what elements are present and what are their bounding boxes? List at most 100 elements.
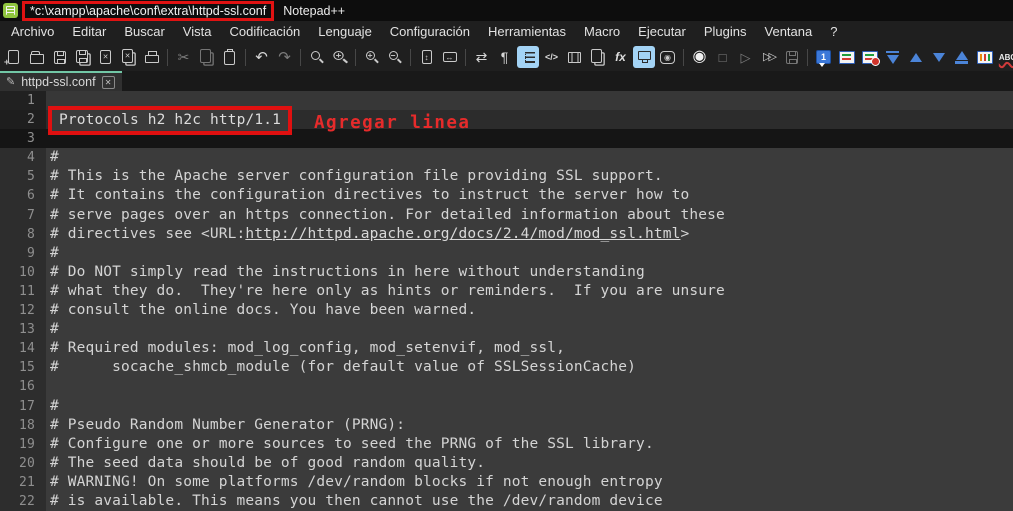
code-line[interactable]: # [46,148,1013,167]
menu-item-archivo[interactable]: Archivo [2,21,63,43]
goto-first-icon[interactable] [881,45,904,69]
line-number[interactable]: 9 [0,244,46,263]
close-all-icon[interactable] [117,45,140,69]
word-wrap-icon[interactable]: ⇄ [470,45,493,69]
line-number[interactable]: 17 [0,397,46,416]
line-number[interactable]: 4 [0,148,46,167]
save-all-icon[interactable] [71,45,94,69]
code-line[interactable] [46,377,1013,396]
sync-vertical-scroll-icon[interactable]: ↕ [415,45,438,69]
line-number[interactable]: 1 [0,91,46,110]
record-macro-icon[interactable]: ◉ [688,45,711,69]
menu-item-editar[interactable]: Editar [63,21,115,43]
line-number[interactable]: 19 [0,435,46,454]
menu-item-plugins[interactable]: Plugins [695,21,756,43]
code-line[interactable]: # The seed data should be of good random… [46,454,1013,473]
bookmark-clear-icon[interactable] [858,45,881,69]
code-line[interactable]: # [46,244,1013,263]
bookmark-list-icon[interactable] [835,45,858,69]
spell-check-icon[interactable]: ABC [996,45,1013,69]
zoom-in-icon[interactable] [360,45,383,69]
code-line[interactable]: # Pseudo Random Number Generator (PRNG): [46,416,1013,435]
replace-icon[interactable] [328,45,351,69]
line-number[interactable]: 6 [0,186,46,205]
line-number[interactable]: 16 [0,377,46,396]
code-line[interactable]: # what they do. They're here only as hin… [46,282,1013,301]
menu-item-herramientas[interactable]: Herramientas [479,21,575,43]
compare-columns-icon[interactable] [973,45,996,69]
redo-icon[interactable]: ↷ [273,45,296,69]
line-number[interactable]: 12 [0,301,46,320]
line-number[interactable]: 11 [0,282,46,301]
url-link[interactable]: http://httpd.apache.org/docs/2.4/mod/mod… [245,226,680,242]
editor-area[interactable]: 12Protocols h2 h2c http/1.1Agregar linea… [0,91,1013,511]
code-line[interactable]: # [46,397,1013,416]
close-file-icon[interactable] [94,45,117,69]
goto-last-icon[interactable] [950,45,973,69]
new-file-icon[interactable] [2,45,25,69]
code-line[interactable]: Protocols h2 h2c http/1.1Agregar linea [46,110,1013,129]
document-map-icon[interactable] [563,45,586,69]
stop-macro-icon[interactable]: □ [711,45,734,69]
menu-item-vista[interactable]: Vista [174,21,221,43]
code-line[interactable]: # consult the online docs. You have been… [46,301,1013,320]
code-line[interactable]: # Configure one or more sources to seed … [46,435,1013,454]
document-list-icon[interactable] [586,45,609,69]
menu-item-configuracin[interactable]: Configuración [381,21,479,43]
eye-monitor-icon[interactable]: ◉ [656,45,679,69]
tab-close-icon[interactable]: ✕ [102,76,115,89]
find-icon[interactable] [305,45,328,69]
code-line[interactable]: # socache_shmcb_module (for default valu… [46,358,1013,377]
code-line[interactable]: # Do NOT simply read the instructions in… [46,263,1013,282]
line-number[interactable]: 10 [0,263,46,282]
open-folder-icon[interactable] [25,45,48,69]
line-number[interactable]: 7 [0,206,46,225]
line-number[interactable]: 18 [0,416,46,435]
menu-item-lenguaje[interactable]: Lenguaje [309,21,381,43]
bookmark-toggle-icon[interactable]: 1 [812,45,835,69]
line-number[interactable]: 21 [0,473,46,492]
goto-prev-icon[interactable] [904,45,927,69]
play-macro-icon[interactable]: ▷ [734,45,757,69]
save-macro-icon[interactable] [780,45,803,69]
save-icon[interactable] [48,45,71,69]
code-line[interactable]: # is available. This means you then cann… [46,492,1013,511]
code-line[interactable]: # It contains the configuration directiv… [46,186,1013,205]
code-line[interactable]: # This is the Apache server configuratio… [46,167,1013,186]
code-line[interactable]: # serve pages over an https connection. … [46,206,1013,225]
code-line[interactable]: # Required modules: mod_log_config, mod_… [46,339,1013,358]
monitoring-icon[interactable] [633,46,655,68]
menu-item-ventana[interactable]: Ventana [756,21,822,43]
run-macro-multiple-icon[interactable]: ▷▷ [757,45,780,69]
undo-icon[interactable]: ↶ [250,45,273,69]
code-line[interactable]: # directives see <URL:http://httpd.apach… [46,225,1013,244]
print-icon[interactable] [140,45,163,69]
line-number[interactable]: 5 [0,167,46,186]
show-symbol-icon[interactable]: </> [540,45,563,69]
paste-icon[interactable] [218,45,241,69]
menu-item-?[interactable]: ? [821,21,846,43]
zoom-out-icon[interactable] [383,45,406,69]
copy-icon[interactable] [195,45,218,69]
function-list-icon[interactable]: fx [609,45,632,69]
line-number[interactable]: 8 [0,225,46,244]
menu-item-ejecutar[interactable]: Ejecutar [629,21,695,43]
line-number[interactable]: 20 [0,454,46,473]
menu-item-codificacin[interactable]: Codificación [220,21,309,43]
tab-httpd-ssl-conf[interactable]: ✎ httpd-ssl.conf ✕ [0,71,122,91]
code-line[interactable]: # [46,320,1013,339]
line-number[interactable]: 22 [0,492,46,511]
show-all-characters-icon[interactable]: ¶ [493,45,516,69]
line-number[interactable]: 15 [0,358,46,377]
line-number[interactable]: 14 [0,339,46,358]
line-number[interactable]: 13 [0,320,46,339]
sync-horizontal-scroll-icon[interactable]: ↔ [438,45,461,69]
cut-icon[interactable]: ✂ [172,45,195,69]
menu-item-buscar[interactable]: Buscar [115,21,173,43]
code-line[interactable]: # WARNING! On some platforms /dev/random… [46,473,1013,492]
indent-guide-icon[interactable] [517,46,539,68]
line-number[interactable]: 3 [0,129,46,148]
menu-item-macro[interactable]: Macro [575,21,629,43]
line-number[interactable]: 2 [0,110,46,129]
goto-next-icon[interactable] [927,45,950,69]
